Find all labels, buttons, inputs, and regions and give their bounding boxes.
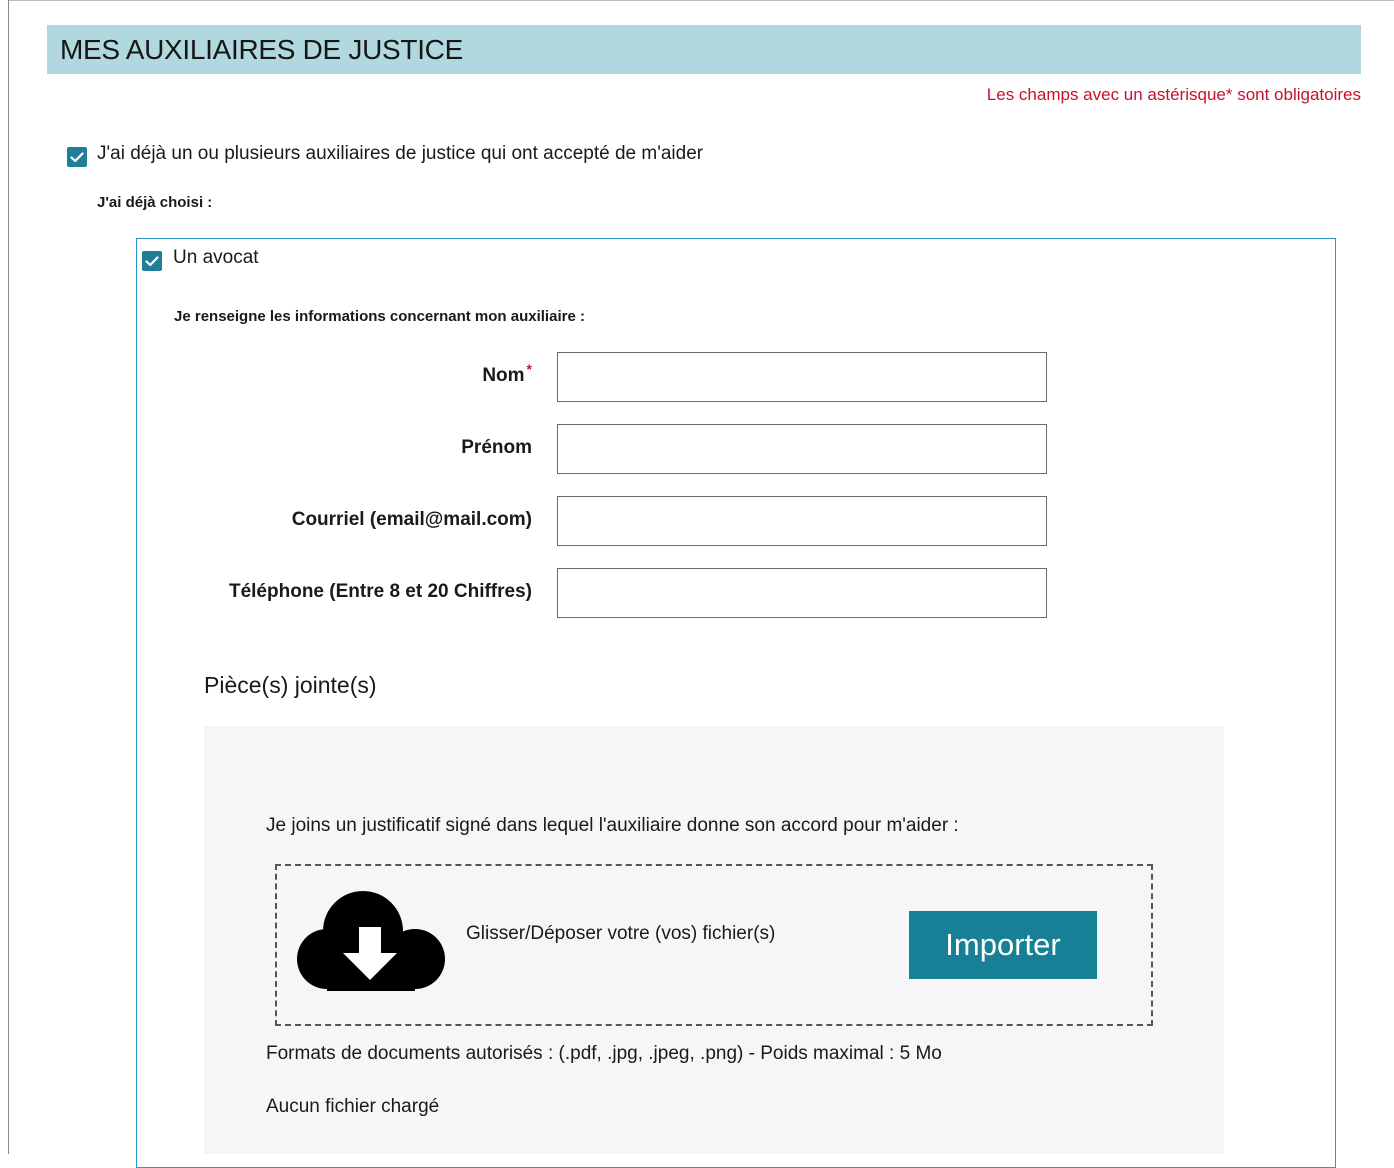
telephone-input[interactable] [557,568,1047,618]
checkmark-icon [145,255,159,266]
import-button[interactable]: Importer [909,911,1097,979]
allowed-formats-text: Formats de documents autorisés : (.pdf, … [266,1043,942,1064]
required-fields-note: Les champs avec un astérisque* sont obli… [986,85,1361,104]
page-left-border [8,0,9,1154]
has-auxiliaires-label[interactable]: J'ai déjà un ou plusieurs auxiliaires de… [97,143,703,165]
required-asterisk: * [526,361,532,377]
nom-input[interactable] [557,352,1047,402]
auxiliaire-info-label: Je renseigne les informations concernant… [174,308,585,325]
courriel-label: Courriel (email@mail.com) [291,509,532,530]
cloud-download-icon [297,891,445,991]
no-file-status: Aucun fichier chargé [266,1096,440,1117]
avocat-checkbox-label[interactable]: Un avocat [173,247,259,269]
telephone-label: Téléphone (Entre 8 et 20 Chiffres) [228,581,532,602]
nom-label-text: Nom [482,365,525,386]
already-chosen-label: J'ai déjà choisi : [97,194,213,211]
attachments-title: Pièce(s) jointe(s) [204,672,377,698]
has-auxiliaires-checkbox[interactable] [67,147,87,167]
dropzone-text: Glisser/Déposer votre (vos) fichier(s) [466,923,776,944]
section-header: MES AUXILIAIRES DE JUSTICE [47,25,1361,74]
nom-label: Nom * [482,361,532,387]
checkmark-icon [70,151,84,162]
page-top-border [8,0,1394,1]
attachment-instruction: Je joins un justificatif signé dans lequ… [266,815,959,836]
prenom-input[interactable] [557,424,1047,474]
section-title: MES AUXILIAIRES DE JUSTICE [60,33,463,65]
courriel-input[interactable] [557,496,1047,546]
prenom-label: Prénom [461,437,532,458]
avocat-checkbox[interactable] [142,251,162,271]
